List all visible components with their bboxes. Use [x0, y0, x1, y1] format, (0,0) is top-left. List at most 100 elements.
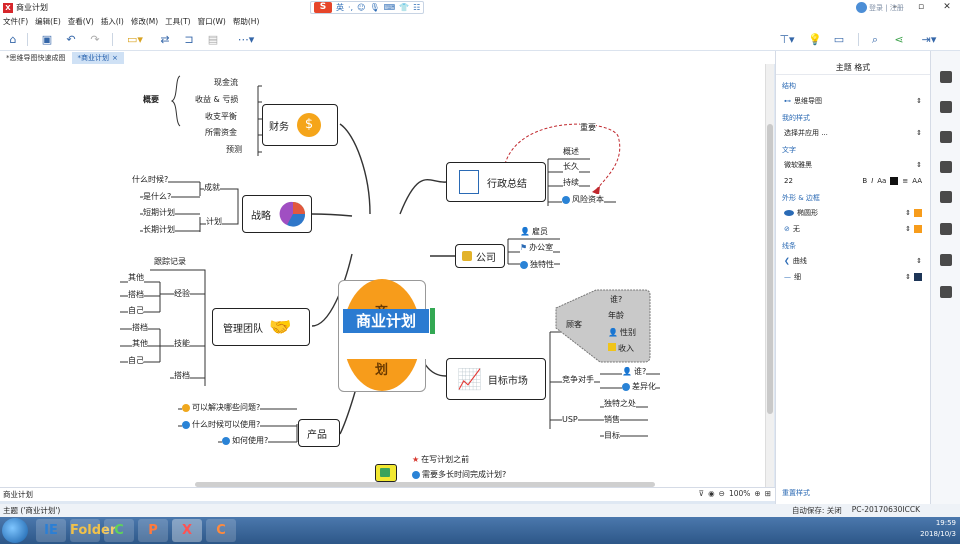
shape-select[interactable]: 椭圆形 ⇕ — [784, 206, 922, 219]
strategy-plan[interactable]: 计划 — [206, 216, 222, 228]
font-select[interactable]: 微软雅黑 ⇕ — [784, 158, 922, 171]
company-item[interactable]: ⚑ 办公室 — [520, 242, 554, 254]
team-skill-item[interactable]: 其他 — [132, 338, 148, 350]
strategy-what[interactable]: 是什么? — [143, 191, 172, 203]
tab-business-plan[interactable]: *商业计划 × — [71, 52, 124, 64]
fit-icon[interactable]: ⊞ — [765, 489, 771, 498]
topic-finance[interactable]: 财务 $ — [262, 104, 338, 146]
present-icon[interactable]: ▭ — [832, 32, 846, 47]
finance-summary[interactable]: 概要 — [143, 94, 159, 106]
topic-market[interactable]: 📈 目标市场 — [446, 358, 546, 400]
system-clock[interactable]: 19:59 2018/10/3 — [920, 518, 956, 540]
product-item[interactable]: 可以解决哪些问题? — [182, 402, 261, 414]
market-customers[interactable]: 顾客 — [566, 319, 582, 331]
save-icon[interactable]: ▣ — [40, 32, 54, 47]
share-icon[interactable]: ⋖ — [892, 32, 906, 47]
ie-icon[interactable]: IE — [36, 519, 66, 542]
ime-voice-icon[interactable]: 🎙 — [369, 3, 379, 12]
central-topic-label[interactable]: 商业计划 — [343, 309, 429, 333]
team-skills[interactable]: 技能 — [174, 338, 190, 350]
italic-icon[interactable]: I — [871, 177, 873, 185]
company-item[interactable]: 独特性 — [520, 259, 554, 271]
menu-file[interactable]: 文件(F) — [3, 16, 28, 27]
minimize-icon[interactable]: – — [882, 0, 908, 15]
central-topic[interactable]: 商 商业计划 划 — [338, 279, 429, 392]
search-icon[interactable]: ⌕ — [868, 32, 882, 47]
ime-emoji-icon[interactable]: ☺ — [357, 3, 365, 12]
xmind-icon[interactable]: X — [172, 519, 202, 542]
bottom-item[interactable]: ★ 在写计划之前 — [412, 454, 470, 466]
redo-icon[interactable]: ↷ — [88, 32, 102, 47]
start-button[interactable] — [2, 518, 28, 543]
more-icon[interactable]: ⋯▾ — [232, 32, 260, 47]
layout-icon[interactable]: ⊤▾ — [774, 32, 800, 47]
team-exp-item[interactable]: 其他 — [128, 272, 144, 284]
tab-close-icon[interactable]: × — [112, 54, 118, 62]
zoom-level[interactable]: 100% — [729, 489, 750, 498]
topic-partial[interactable] — [375, 464, 397, 482]
company-item[interactable]: 👤 雇员 — [520, 226, 548, 238]
border-color-swatch[interactable] — [914, 224, 922, 233]
line-weight-select[interactable]: — 细 ⇕ — [784, 270, 922, 283]
topic-admin[interactable]: 行政总结 — [446, 162, 546, 202]
menu-help[interactable]: 帮助(H) — [233, 16, 260, 27]
autosave-status[interactable]: 自动保存: 关闭 — [792, 505, 842, 516]
central-edit-box[interactable] — [343, 333, 429, 359]
market-unique[interactable]: 独特之处 — [604, 398, 636, 410]
admin-item[interactable]: 长久 — [563, 161, 579, 173]
admin-item[interactable]: 风险资本 — [562, 194, 604, 206]
powerpoint-icon[interactable]: P — [138, 519, 168, 542]
team-skill-item[interactable]: 自己 — [128, 355, 144, 367]
fill-color-swatch[interactable] — [914, 208, 922, 217]
menu-view[interactable]: 查看(V) — [68, 16, 94, 27]
ime-skin-icon[interactable]: 👕 — [399, 3, 409, 12]
sheet-tab[interactable]: 商业计划 — [0, 489, 33, 500]
idea-icon[interactable]: 💡 — [808, 32, 822, 47]
market-gender[interactable]: 👤 性别 — [608, 327, 636, 339]
font-size[interactable]: 22 — [784, 177, 862, 185]
strategy-long[interactable]: 长期计划 — [143, 224, 175, 236]
finance-item[interactable]: 收益 & 亏损 — [195, 94, 239, 106]
market-income[interactable]: 收入 — [608, 343, 634, 355]
vertical-scrollbar[interactable] — [765, 64, 774, 487]
ime-keyboard-icon[interactable]: ⌨ — [384, 3, 396, 12]
image-icon[interactable] — [940, 131, 952, 143]
boundary-icon[interactable]: ▤ — [206, 32, 220, 47]
task-icon[interactable] — [940, 286, 952, 298]
structure-select[interactable]: ⊷ 思维导图 ⇕ — [784, 94, 922, 107]
finance-item[interactable]: 现金流 — [214, 77, 238, 89]
topic-strategy[interactable]: 战略 — [242, 195, 312, 233]
ime-toolbar[interactable]: S 英 ·, ☺ 🎙 ⌨ 👕 ☷ — [310, 1, 425, 14]
strategy-when[interactable]: 什么时候? — [132, 174, 169, 186]
topic-product[interactable]: 产品 — [298, 419, 340, 447]
team-experience[interactable]: 经验 — [174, 288, 190, 300]
sogou-ime-icon[interactable]: S — [314, 2, 332, 13]
home-icon[interactable]: ⌂ — [6, 32, 20, 47]
comment-icon[interactable] — [940, 254, 952, 266]
market-difference[interactable]: 差异化 — [622, 381, 656, 393]
finance-item[interactable]: 收支平衡 — [205, 111, 237, 123]
relationship-icon[interactable]: ⇄ — [158, 32, 172, 47]
bottom-item[interactable]: 需要多长时间完成计划? — [412, 469, 507, 481]
border-select[interactable]: ⊘ 无 ⇕ — [784, 222, 922, 235]
menu-modify[interactable]: 修改(M) — [131, 16, 158, 27]
tab-quick-map[interactable]: *思维导图快速成图 — [0, 52, 72, 64]
gantt-icon[interactable] — [940, 191, 952, 203]
strategy-short[interactable]: 短期计划 — [143, 207, 175, 219]
relationship-label[interactable]: 重要 — [580, 122, 596, 134]
menu-tools[interactable]: 工具(T) — [165, 16, 190, 27]
line-style-select[interactable]: ❮ 曲线 ⇕ — [784, 254, 922, 267]
camtasia-icon[interactable]: C — [104, 519, 134, 542]
market-age[interactable]: 年龄 — [608, 310, 624, 322]
vscroll-thumb[interactable] — [767, 124, 773, 414]
market-sales[interactable]: 销售 — [604, 414, 620, 426]
eye-icon[interactable]: ◉ — [708, 489, 715, 498]
strategy-success[interactable]: 成就 — [204, 182, 220, 194]
admin-item[interactable]: 持续 — [563, 177, 579, 189]
format-brush-icon[interactable] — [940, 101, 952, 113]
notes-icon[interactable] — [940, 223, 952, 235]
menu-edit[interactable]: 编辑(E) — [35, 16, 61, 27]
topic-team[interactable]: 管理团队 🤝 — [212, 308, 310, 346]
menu-window[interactable]: 窗口(W) — [198, 16, 226, 27]
team-partner[interactable]: 搭档 — [174, 370, 190, 382]
